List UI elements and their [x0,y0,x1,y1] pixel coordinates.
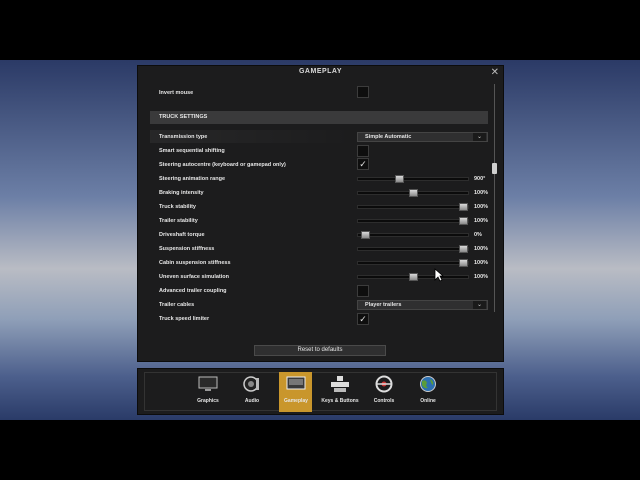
suspension-value: 100% [474,246,489,252]
slider-knob[interactable] [458,259,468,267]
uneven-surface-slider[interactable] [357,273,469,281]
tab-label: Controls [373,398,395,404]
steering-autocentre-checkbox[interactable]: ✓ [357,158,369,170]
driveshaft-slider[interactable] [357,231,469,239]
slider-knob[interactable] [394,175,404,183]
trailer-stability-value: 100% [474,218,489,224]
scrollbar-thumb[interactable] [492,163,497,174]
suspension-slider[interactable] [357,245,469,253]
cabin-suspension-label: Cabin suspension stiffness [159,260,231,266]
transmission-value: Simple Automatic [365,134,412,140]
tab-audio[interactable]: Audio [235,372,268,412]
steering-animation-label: Steering animation range [159,176,226,182]
monitor-icon [198,376,218,391]
tab-online[interactable]: Online [411,372,444,412]
reset-to-defaults-button[interactable]: Reset to defaults [254,345,386,356]
transmission-dropdown[interactable]: Simple Automatic ⌄ [357,132,488,142]
keys-icon [331,376,349,392]
chevron-down-icon: ⌄ [473,133,486,141]
smart-shifting-checkbox[interactable] [357,145,369,157]
advanced-coupling-checkbox[interactable] [357,285,369,297]
speed-limiter-checkbox[interactable]: ✓ [357,313,369,325]
slider-knob[interactable] [409,189,418,197]
section-title: TRUCK SETTINGS [159,114,208,120]
truck-stability-label: Truck stability [159,204,196,210]
chevron-down-icon: ⌄ [473,301,486,309]
cabin-suspension-slider[interactable] [357,259,469,267]
truck-stability-value: 100% [474,204,489,210]
slider-knob[interactable] [360,231,370,239]
tab-controls[interactable]: Controls [367,372,400,412]
trailer-cables-value: Player trailers [365,302,402,308]
braking-value: 100% [474,190,489,196]
mouse-cursor-icon [434,268,444,282]
trailer-cables-label: Trailer cables [159,302,195,308]
tab-graphics[interactable]: Graphics [191,372,224,412]
tab-label: Audio [244,398,260,404]
tab-label: Keys & Buttons [321,398,359,404]
cabin-suspension-value: 100% [474,260,489,266]
tab-label: Gameplay [284,398,308,404]
slider-knob[interactable] [458,203,468,211]
driveshaft-label: Driveshaft torque [159,232,205,238]
tab-label: Graphics [197,398,219,404]
steering-animation-value: 900° [474,176,486,182]
speed-limiter-label: Truck speed limiter [159,316,210,322]
advanced-coupling-label: Advanced trailer coupling [159,288,227,294]
tab-gameplay[interactable]: Gameplay [279,372,312,412]
tab-label: Online [420,398,436,404]
driveshaft-value: 0% [474,232,482,238]
scrollbar-track[interactable] [494,84,495,312]
braking-label: Braking intensity [159,190,204,196]
steering-animation-slider[interactable] [357,175,469,183]
trailer-stability-label: Trailer stability [159,218,198,224]
tab-keys-buttons[interactable]: Keys & Buttons [321,372,359,412]
window-title: GAMEPLAY [298,68,343,75]
uneven-surface-label: Uneven surface simulation [159,274,229,280]
trailer-cables-dropdown[interactable]: Player trailers ⌄ [357,300,488,310]
trailer-stability-slider[interactable] [357,217,469,225]
uneven-surface-value: 100% [474,274,489,280]
braking-slider[interactable] [357,189,469,197]
smart-shifting-label: Smart sequential shifting [159,148,225,154]
truck-settings-header: TRUCK SETTINGS [150,111,488,124]
audio-icon [243,376,259,392]
suspension-label: Suspension stiffness [159,246,215,252]
slider-knob[interactable] [409,273,418,281]
globe-icon [420,376,436,392]
gameplay-icon [286,376,306,390]
invert-mouse-checkbox[interactable] [357,86,369,98]
steering-wheel-icon [375,375,393,393]
truck-stability-slider[interactable] [357,203,469,211]
steering-autocentre-label: Steering autocentre (keyboard or gamepad… [159,162,286,168]
slider-knob[interactable] [458,217,468,225]
slider-knob[interactable] [458,245,468,253]
transmission-label: Transmission type [159,134,208,140]
invert-mouse-label: Invert mouse [159,90,194,96]
close-icon[interactable]: ✕ [491,67,499,79]
